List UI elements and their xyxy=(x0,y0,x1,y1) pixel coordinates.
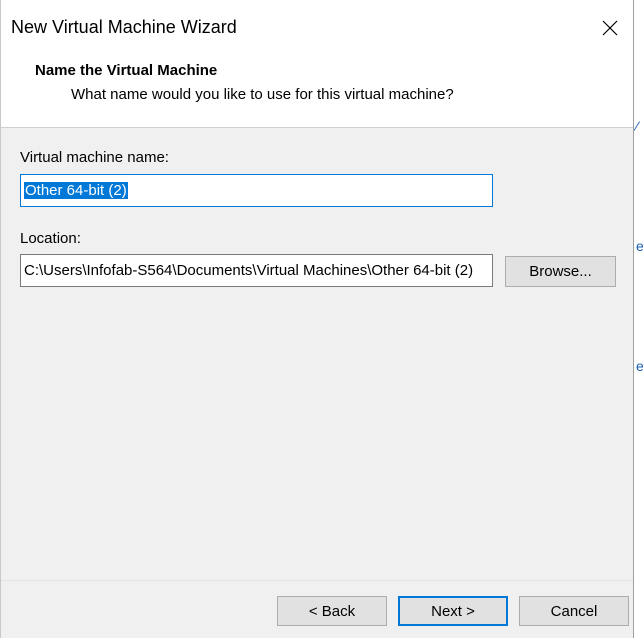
title-bar: New Virtual Machine Wizard xyxy=(1,0,633,55)
back-button[interactable]: < Back xyxy=(277,596,387,626)
cancel-button[interactable]: Cancel xyxy=(519,596,629,626)
location-value: C:\Users\Infofab-S564\Documents\Virtual … xyxy=(24,262,474,279)
location-label: Location: xyxy=(20,230,81,247)
background-window-edge: ⁄ e e xyxy=(633,0,643,638)
vm-name-selected-text: Other 64-bit (2) xyxy=(24,182,128,199)
close-icon xyxy=(602,20,618,36)
footer-divider xyxy=(1,580,633,581)
page-subtitle: What name would you like to use for this… xyxy=(71,86,454,103)
wizard-dialog: New Virtual Machine Wizard Name the Virt… xyxy=(0,0,633,638)
wizard-header: Name the Virtual Machine What name would… xyxy=(1,55,633,128)
browse-button[interactable]: Browse... xyxy=(505,256,616,287)
edge-fragment: e xyxy=(636,358,643,374)
vm-name-input[interactable]: Other 64-bit (2) xyxy=(20,174,493,207)
page-title: Name the Virtual Machine xyxy=(35,62,218,79)
location-input[interactable]: C:\Users\Infofab-S564\Documents\Virtual … xyxy=(20,254,493,287)
close-button[interactable] xyxy=(587,6,633,50)
vm-name-label: Virtual machine name: xyxy=(20,149,169,166)
edge-fragment: ⁄ xyxy=(636,118,639,134)
edge-fragment: e xyxy=(636,238,643,254)
window-title: New Virtual Machine Wizard xyxy=(11,17,237,37)
next-button[interactable]: Next > xyxy=(398,596,508,626)
